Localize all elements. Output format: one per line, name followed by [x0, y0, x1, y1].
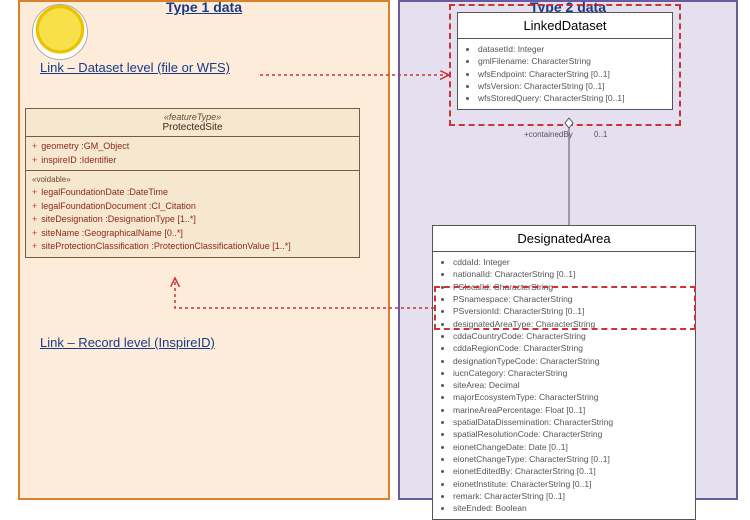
linked-dataset-name: LinkedDataset	[458, 13, 672, 39]
designated-area-attrs: cddaId: IntegernationalId: CharacterStri…	[433, 252, 695, 519]
protected-site-attrs2: «voidable» +legalFoundationDate :DateTim…	[26, 171, 359, 257]
protected-site-class: «featureType» ProtectedSite +geometry :G…	[25, 108, 360, 258]
designated-area-class: DesignatedArea cddaId: IntegernationalId…	[432, 225, 696, 520]
protected-site-name: ProtectedSite	[30, 122, 355, 133]
assoc-role: +containedBy	[524, 130, 573, 139]
designated-area-name: DesignatedArea	[433, 226, 695, 252]
protected-site-header: «featureType» ProtectedSite	[26, 109, 359, 137]
protected-site-attrs1: +geometry :GM_Object+inspireID :Identifi…	[26, 137, 359, 171]
inspire-logo-icon	[32, 4, 88, 60]
link-dataset-level: Link – Dataset level (file or WFS)	[40, 60, 230, 75]
linked-dataset-class: LinkedDataset datasetId: IntegergmlFilen…	[457, 12, 673, 110]
link-record-level: Link – Record level (InspireID)	[40, 335, 215, 350]
linked-dataset-attrs: datasetId: IntegergmlFilename: Character…	[458, 39, 672, 109]
type1-title: Type 1 data	[166, 0, 242, 15]
voidable-label: «voidable»	[32, 174, 353, 186]
assoc-mult: 0..1	[594, 130, 607, 139]
protected-site-stereotype: «featureType»	[30, 112, 355, 122]
